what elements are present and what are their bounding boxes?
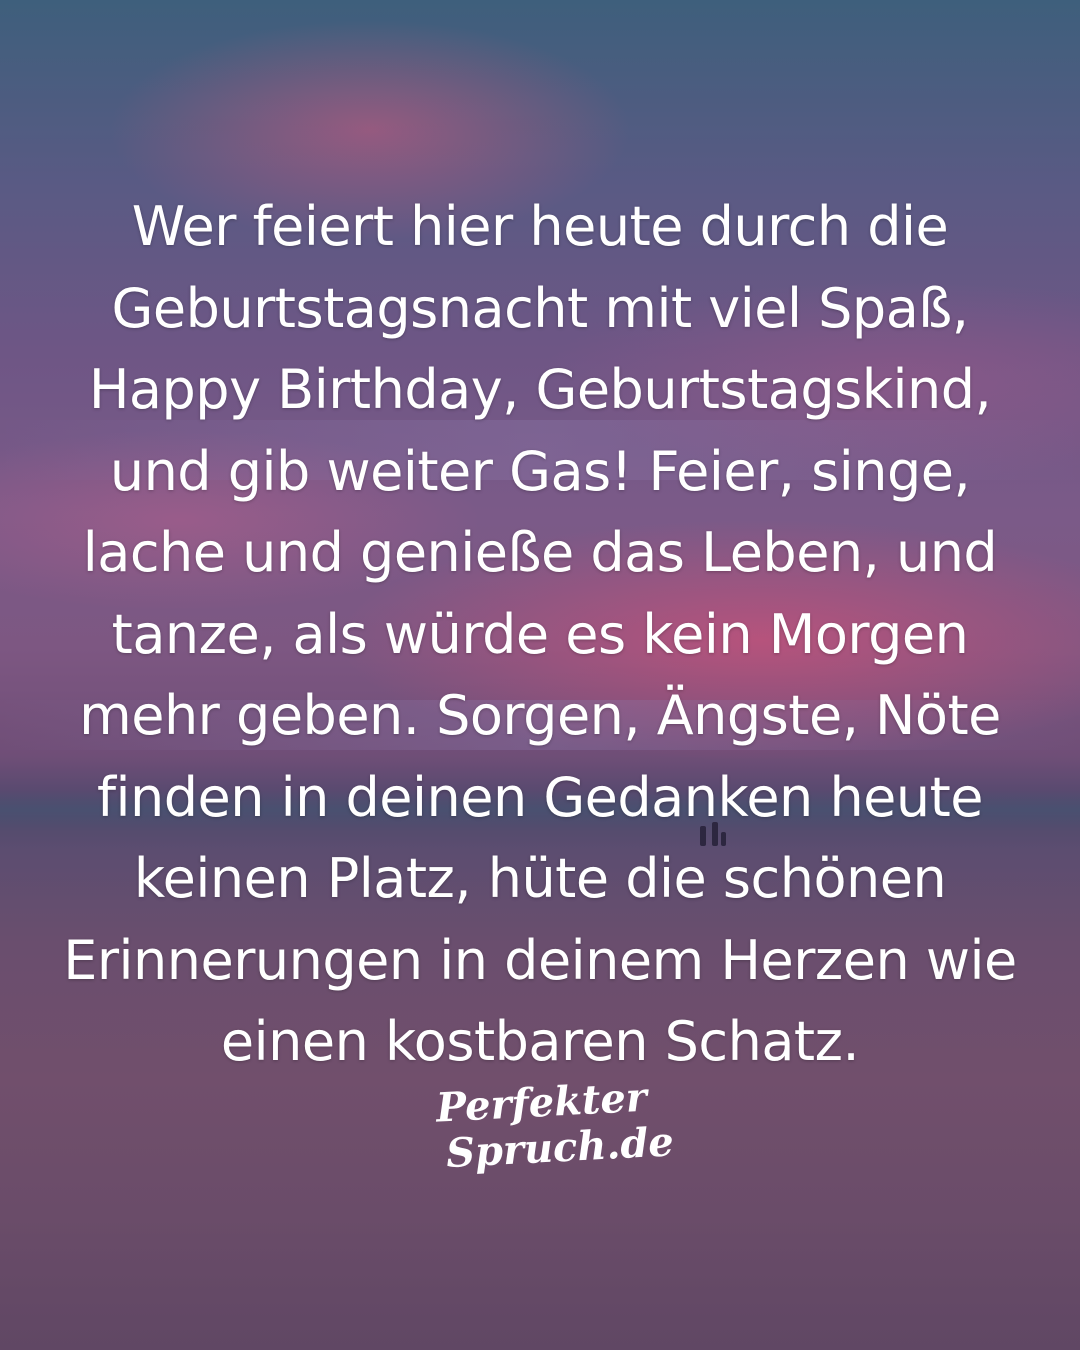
logo-line-2: Spruch.de [444,1118,675,1178]
quote-line: Geburtstagsnacht mit viel Spaß, [111,276,969,340]
quote-line: tanze, als würde es kein Morgen [111,602,969,666]
quote-line: keinen Platz, hüte die schönen [133,847,947,910]
perfekter-spruch-logo: Perfekter Spruch.de [430,1074,675,1177]
quote-line: einen kostbaren Schatz. [220,1010,860,1073]
quote-line: lache und genieße das Leben, und [82,521,998,584]
quote-line: finden in deinen Gedanken heute [96,765,984,829]
quote-line: Erinnerungen in deinem Herzen wie [63,928,1017,992]
quote-line: und gib weiter Gas! Feier, singe, [109,439,971,503]
birthday-quote: Wer feiert hier heute durch die Geburtst… [40,186,1040,1083]
quote-line: Wer feiert hier heute durch die [131,195,949,258]
quote-line: Happy Birthday, Geburtstagskind, [88,358,992,421]
quote-line: mehr geben. Sorgen, Ängste, Nöte [79,684,1001,747]
